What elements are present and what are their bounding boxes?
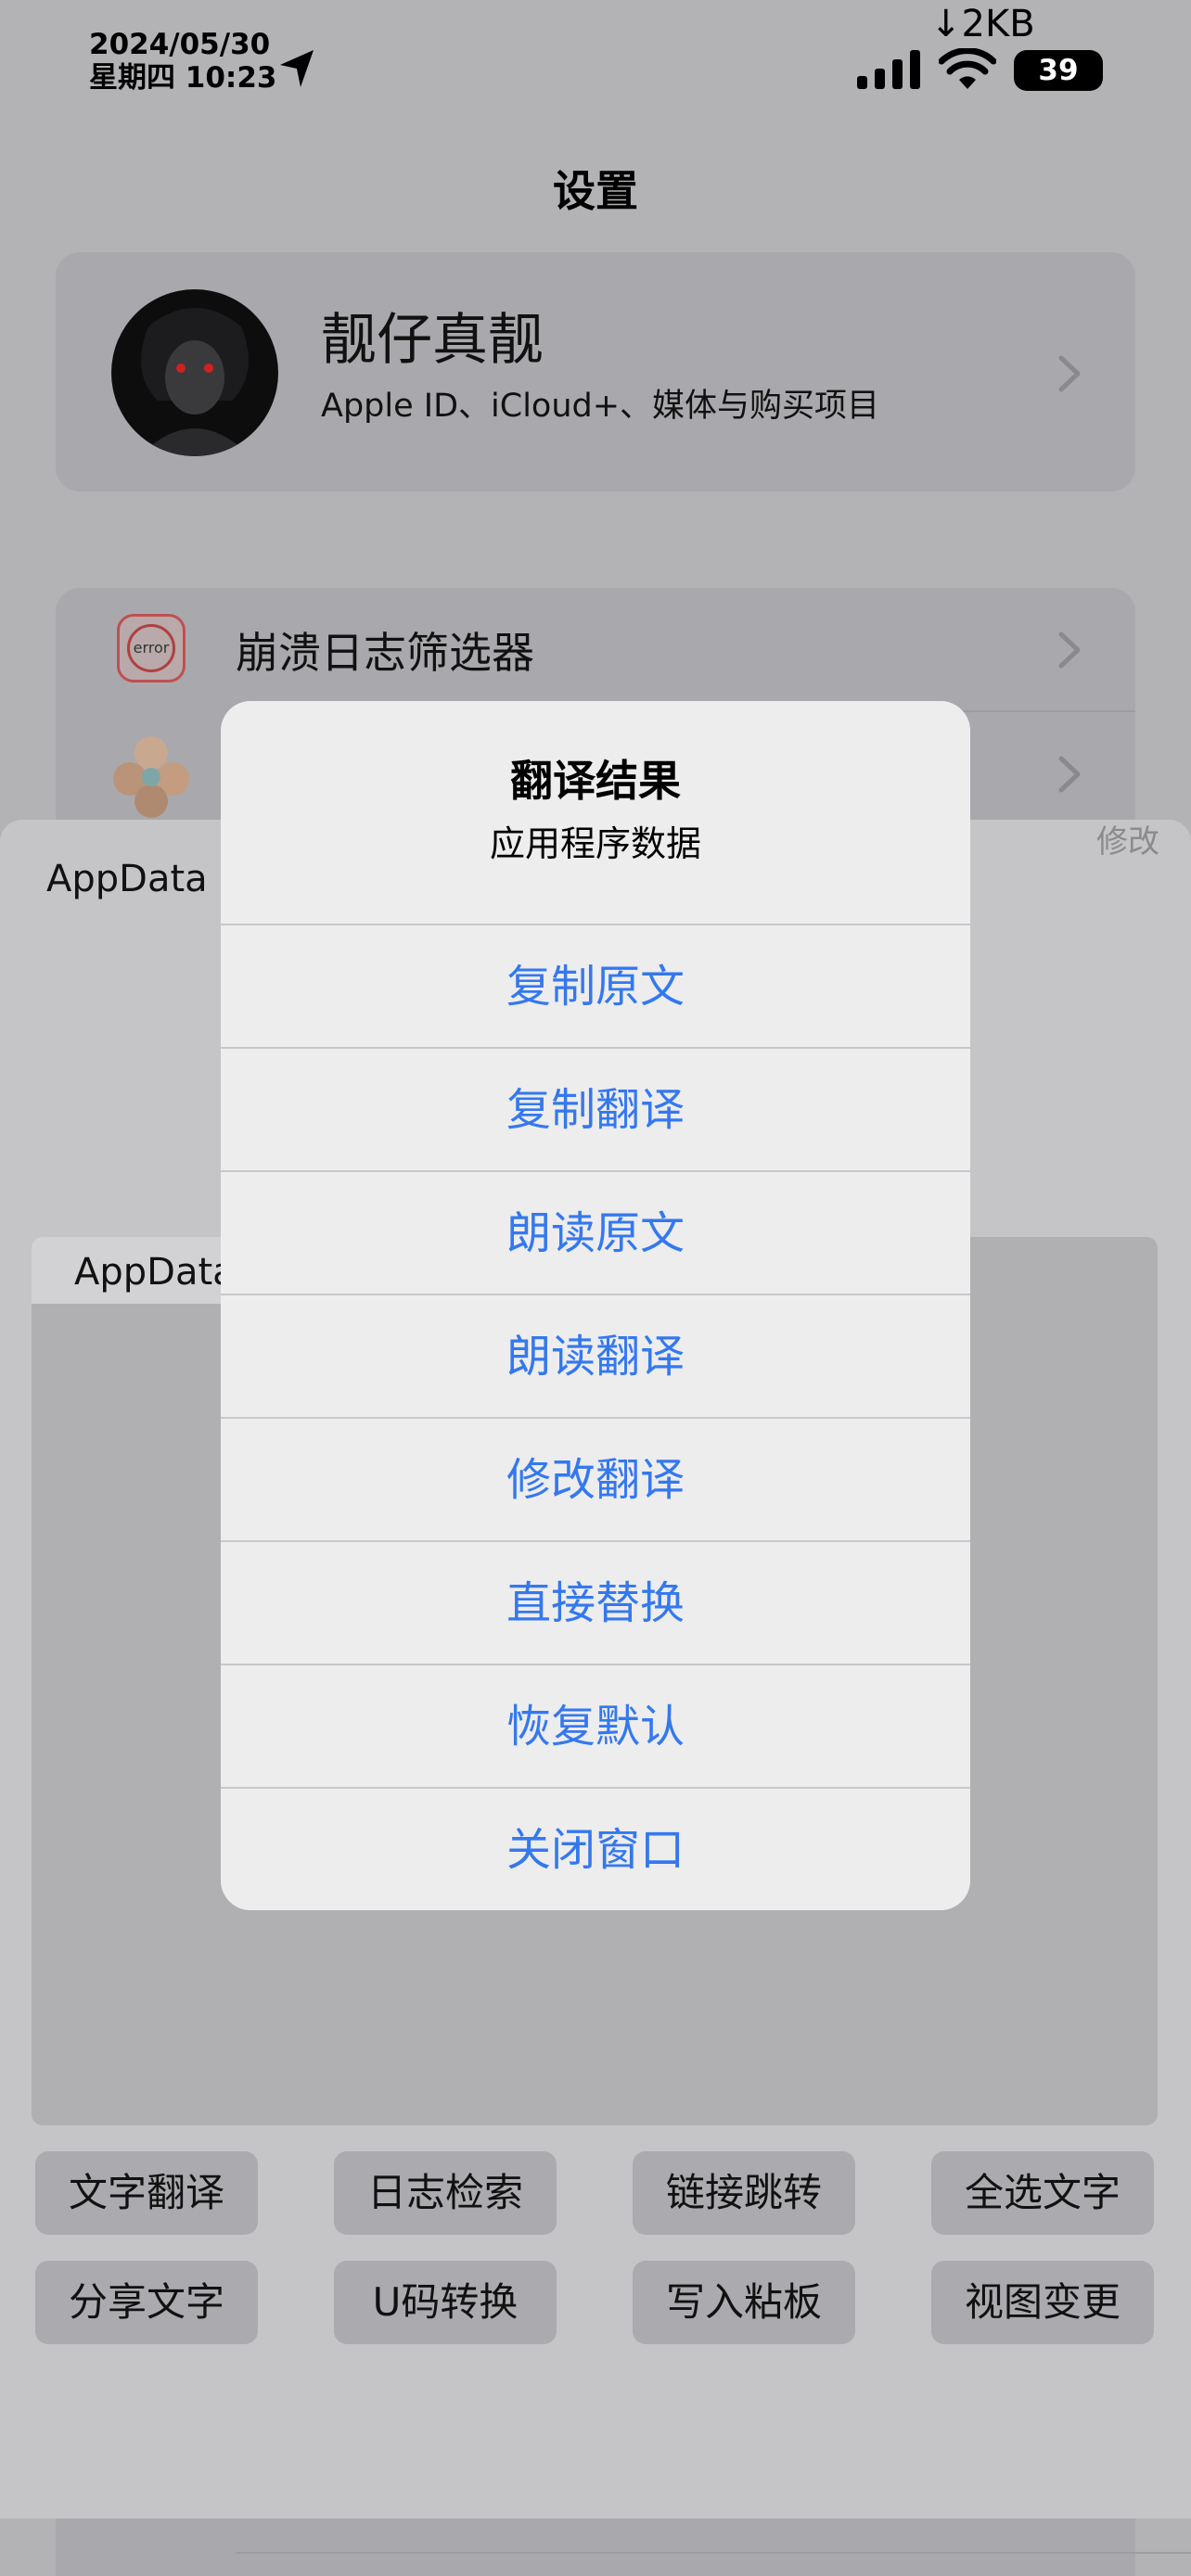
avatar xyxy=(111,289,278,456)
copy-to-clipboard-button[interactable]: 写入粘板 xyxy=(633,2261,855,2344)
chevron-right-icon xyxy=(1058,631,1081,669)
settings-row-crash-log[interactable]: 崩溃日志筛选器 xyxy=(236,625,534,681)
read-translation-button[interactable]: 朗读翻译 xyxy=(221,1295,970,1418)
network-speed: ↓2KB xyxy=(930,3,1035,45)
select-all-button[interactable]: 全选文字 xyxy=(931,2151,1154,2235)
copy-original-button[interactable]: 复制原文 xyxy=(221,925,970,1048)
app-icon xyxy=(113,736,189,818)
edit-button[interactable]: 修改 xyxy=(1096,820,1159,864)
profile-subtitle: Apple ID、iCloud+、媒体与购买项目 xyxy=(321,388,880,425)
text-view-label: AppData xyxy=(74,1251,236,1294)
alert-message: 应用程序数据 xyxy=(489,823,701,864)
unicode-convert-button[interactable]: U码转换 xyxy=(334,2261,557,2344)
profile-name: 靓仔真靓 xyxy=(321,308,544,373)
link-jump-button[interactable]: 链接跳转 xyxy=(633,2151,855,2235)
alert-title: 翻译结果 xyxy=(510,756,681,806)
battery-indicator: 39 xyxy=(1014,50,1103,91)
translate-text-button[interactable]: 文字翻译 xyxy=(35,2151,258,2235)
log-search-button[interactable]: 日志检索 xyxy=(334,2151,557,2235)
status-date: 2024/05/30 xyxy=(89,28,271,61)
copy-translation-button[interactable]: 复制翻译 xyxy=(221,1049,970,1171)
edit-translation-button[interactable]: 修改翻译 xyxy=(221,1419,970,1541)
chevron-right-icon xyxy=(1058,355,1081,392)
location-arrow-icon xyxy=(280,50,314,87)
chevron-right-icon xyxy=(1058,756,1081,793)
share-text-button[interactable]: 分享文字 xyxy=(35,2261,258,2344)
replace-directly-button[interactable]: 直接替换 xyxy=(221,1542,970,1664)
wifi-icon xyxy=(939,48,996,89)
read-original-button[interactable]: 朗读原文 xyxy=(221,1172,970,1294)
sheet-title: AppData xyxy=(46,858,208,900)
cellular-signal-icon xyxy=(857,50,920,89)
status-weekday-time: 星期四 10:23 xyxy=(89,61,277,95)
settings-list-below xyxy=(56,2519,1135,2576)
restore-default-button[interactable]: 恢复默认 xyxy=(221,1665,970,1788)
row-divider xyxy=(236,2552,1191,2554)
battery-cap xyxy=(1097,61,1103,78)
error-icon: error xyxy=(117,614,186,682)
view-change-button[interactable]: 视图变更 xyxy=(931,2261,1154,2344)
page-title: 设置 xyxy=(553,166,638,216)
close-window-button[interactable]: 关闭窗口 xyxy=(221,1789,970,1911)
